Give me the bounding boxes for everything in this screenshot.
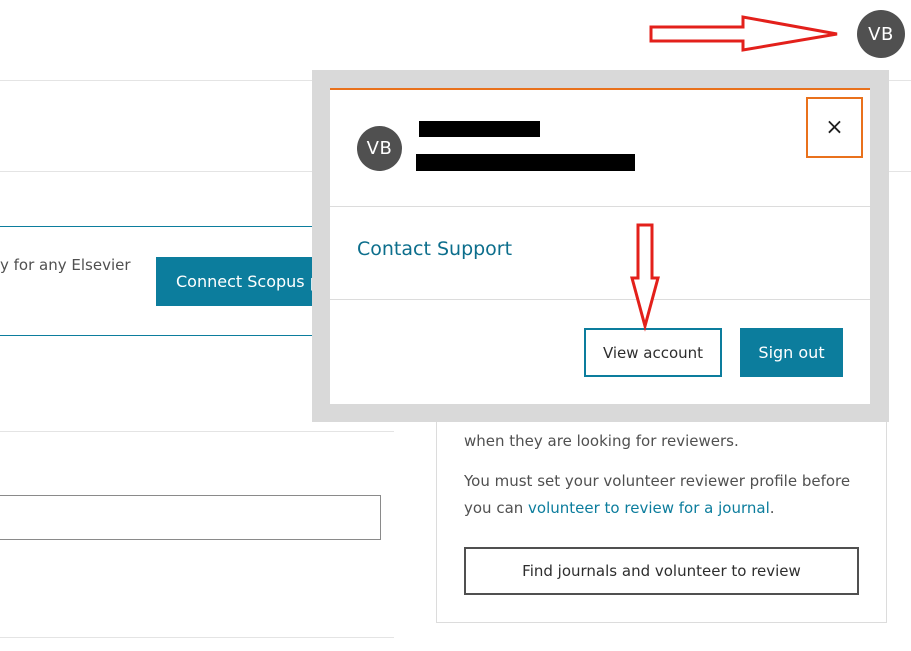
annotation-arrow-down-icon <box>630 223 660 332</box>
